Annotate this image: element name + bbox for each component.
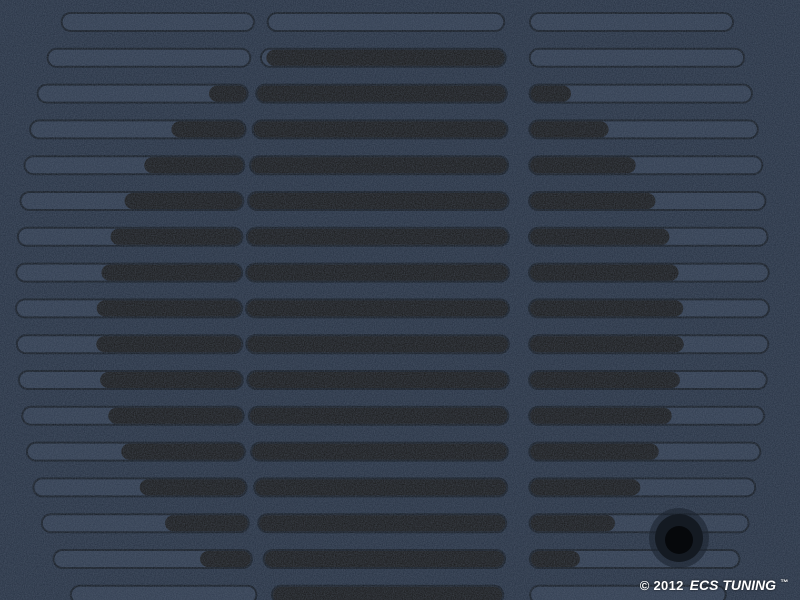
speaker-cloth xyxy=(208,85,247,102)
brand-logo: ECS TUNING ™ xyxy=(690,577,788,593)
speaker-cloth xyxy=(530,443,659,460)
speaker-cloth xyxy=(272,586,503,600)
speaker-cloth xyxy=(530,193,656,209)
brand-text: ECS TUNING xyxy=(689,577,776,593)
speaker-cloth xyxy=(249,407,508,424)
grille-slot-face xyxy=(62,14,254,30)
grille-slot-face xyxy=(48,49,250,66)
grille-slot-face xyxy=(71,586,256,600)
speaker-cloth xyxy=(108,407,243,424)
speaker-cloth xyxy=(530,157,636,174)
speaker-cloth xyxy=(200,551,251,567)
speaker-cloth xyxy=(110,228,242,245)
grille-slot-face xyxy=(268,14,504,30)
speaker-cloth xyxy=(259,515,506,532)
speaker-cloth xyxy=(530,264,679,281)
speaker-cloth xyxy=(266,49,505,66)
speaker-cloth xyxy=(530,300,684,317)
speaker-cloth xyxy=(530,372,680,388)
speaker-cloth xyxy=(247,228,508,245)
speaker-cloth xyxy=(530,551,580,567)
grille-slot-face xyxy=(530,49,744,66)
speaker-cloth xyxy=(247,264,508,281)
speaker-cloth xyxy=(100,372,242,388)
speaker-cloth xyxy=(249,193,508,209)
trademark-symbol: ™ xyxy=(780,578,788,587)
speaker-cloth xyxy=(139,479,246,496)
speaker-grille xyxy=(0,0,800,600)
speaker-cloth xyxy=(124,193,243,209)
speaker-cloth xyxy=(530,479,641,496)
speaker-cloth xyxy=(171,121,245,138)
speaker-cloth xyxy=(530,228,670,245)
speaker-cloth xyxy=(264,551,505,567)
speaker-grille-photo: © 2012 ECS TUNING ™ xyxy=(0,0,800,600)
speaker-cloth xyxy=(144,157,244,174)
copyright-text: © 2012 xyxy=(639,577,684,593)
watermark: © 2012 ECS TUNING ™ xyxy=(640,576,788,594)
speaker-cloth xyxy=(530,85,572,102)
speaker-cloth xyxy=(247,336,508,353)
mounting-hole xyxy=(649,508,709,568)
speaker-cloth xyxy=(96,336,242,353)
speaker-cloth xyxy=(255,479,507,496)
speaker-cloth xyxy=(257,85,506,102)
speaker-cloth xyxy=(251,157,508,174)
speaker-cloth xyxy=(530,407,672,424)
grille-slot-face xyxy=(530,14,732,30)
speaker-cloth xyxy=(253,121,507,138)
speaker-cloth xyxy=(530,336,684,353)
speaker-cloth xyxy=(247,300,508,317)
speaker-cloth xyxy=(165,515,248,532)
speaker-cloth xyxy=(248,372,508,388)
speaker-cloth xyxy=(252,443,507,460)
speaker-cloth xyxy=(96,300,242,317)
speaker-cloth xyxy=(530,121,609,138)
speaker-cloth xyxy=(121,443,244,460)
speaker-cloth xyxy=(101,264,242,281)
speaker-cloth xyxy=(530,515,615,532)
